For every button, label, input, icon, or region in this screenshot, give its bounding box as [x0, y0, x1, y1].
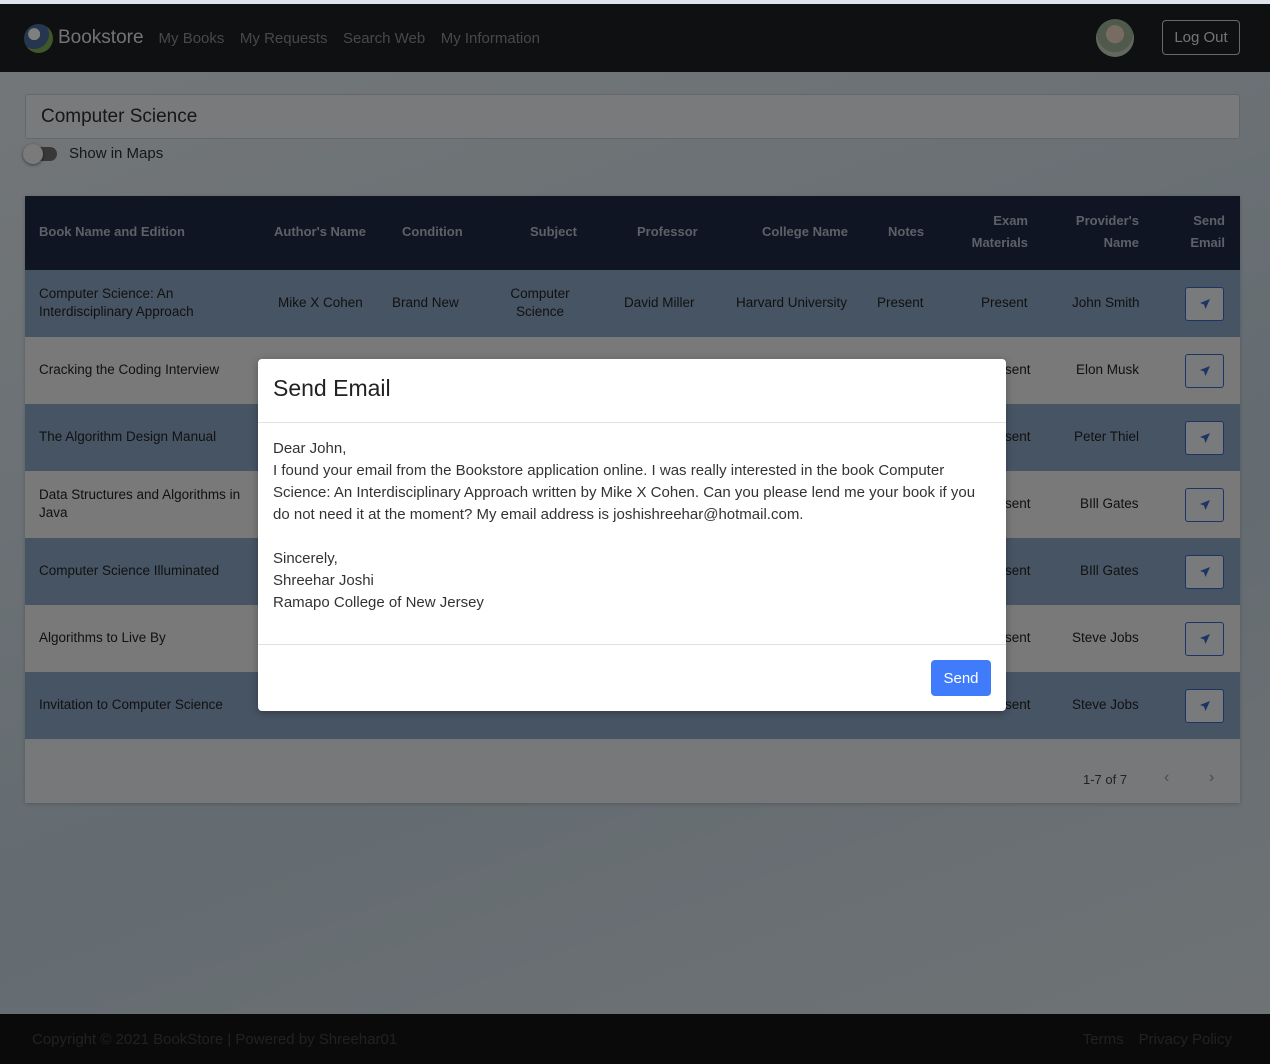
- email-sender-college: Ramapo College of New Jersey: [273, 594, 484, 611]
- modal-title: Send Email: [273, 375, 391, 401]
- email-line: Science: An Interdisciplinary Approach w…: [273, 484, 976, 501]
- email-closing: Sincerely,: [273, 550, 338, 567]
- email-sender-name: Shreehar Joshi: [273, 572, 374, 589]
- send-button[interactable]: Send: [931, 660, 991, 696]
- modal-divider: [258, 644, 1006, 645]
- email-line: I found your email from the Bookstore ap…: [273, 462, 945, 479]
- email-greeting: Dear John,: [273, 440, 347, 457]
- email-body-textarea[interactable]: Dear John, I found your email from the B…: [273, 438, 988, 614]
- email-line: do not need it at the moment? My email a…: [273, 506, 804, 523]
- modal-divider: [258, 422, 1006, 423]
- send-email-modal: Send Email Dear John, I found your email…: [258, 359, 1006, 711]
